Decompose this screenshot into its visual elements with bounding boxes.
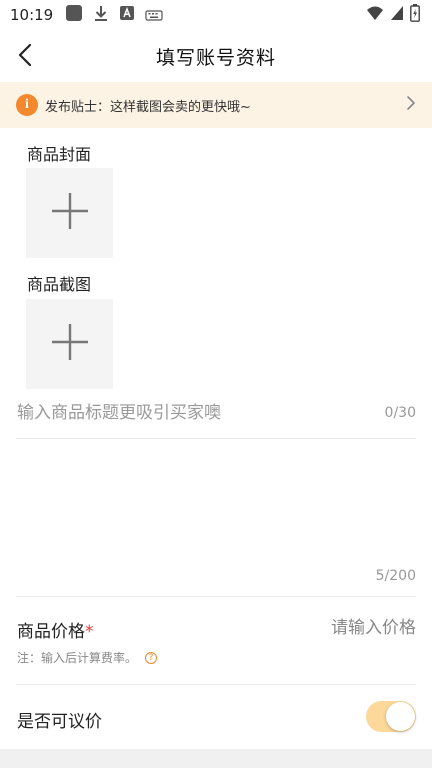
description-textarea[interactable]	[17, 446, 416, 562]
required-mark: *	[85, 622, 94, 642]
chevron-right-icon	[406, 95, 416, 115]
text-a-icon	[119, 5, 135, 25]
screenshot-label: 商品截图	[27, 275, 92, 294]
divider	[16, 684, 416, 685]
toggle-knob	[386, 702, 415, 731]
divider	[16, 596, 416, 597]
signal-icon	[390, 5, 404, 25]
price-input[interactable]	[256, 614, 416, 642]
description-char-count: 5/200	[375, 568, 416, 584]
app-square-icon	[65, 4, 83, 26]
cover-label: 商品封面	[27, 145, 92, 164]
price-label: 商品价格*	[17, 617, 94, 642]
plus-icon	[50, 322, 90, 366]
price-note: 注：输入后计算费率。 ?	[17, 649, 158, 666]
negotiable-label: 是否可议价	[17, 712, 102, 732]
tip-text: 发布贴士：这样截图会卖的更快哦~	[45, 99, 251, 115]
title-input[interactable]	[17, 398, 375, 428]
battery-icon	[410, 4, 420, 26]
title-char-count: 0/30	[384, 405, 416, 421]
help-icon[interactable]: ?	[145, 651, 158, 664]
nav-bar: 填写账号资料	[0, 30, 432, 82]
plus-icon	[50, 191, 90, 235]
divider	[16, 438, 416, 439]
cover-upload-button[interactable]	[26, 168, 113, 258]
status-bar: 10:19	[0, 0, 432, 30]
bottom-strip	[0, 749, 432, 768]
status-left-icons	[65, 4, 163, 26]
status-time: 10:19	[10, 6, 54, 24]
tip-banner[interactable]: i 发布贴士：这样截图会卖的更快哦~	[0, 82, 432, 128]
negotiable-toggle[interactable]	[366, 701, 416, 732]
price-note-text: 注：输入后计算费率。	[17, 651, 138, 665]
wifi-icon	[366, 5, 384, 25]
screenshot-upload-button[interactable]	[26, 299, 113, 389]
keyboard-icon	[145, 6, 163, 25]
status-right-icons	[366, 4, 420, 26]
info-icon: i	[16, 94, 38, 116]
page-title: 填写账号资料	[155, 46, 276, 69]
download-icon	[93, 4, 109, 26]
price-label-text: 商品价格	[17, 622, 85, 642]
back-chevron-icon	[17, 43, 33, 71]
back-button[interactable]	[10, 42, 40, 72]
